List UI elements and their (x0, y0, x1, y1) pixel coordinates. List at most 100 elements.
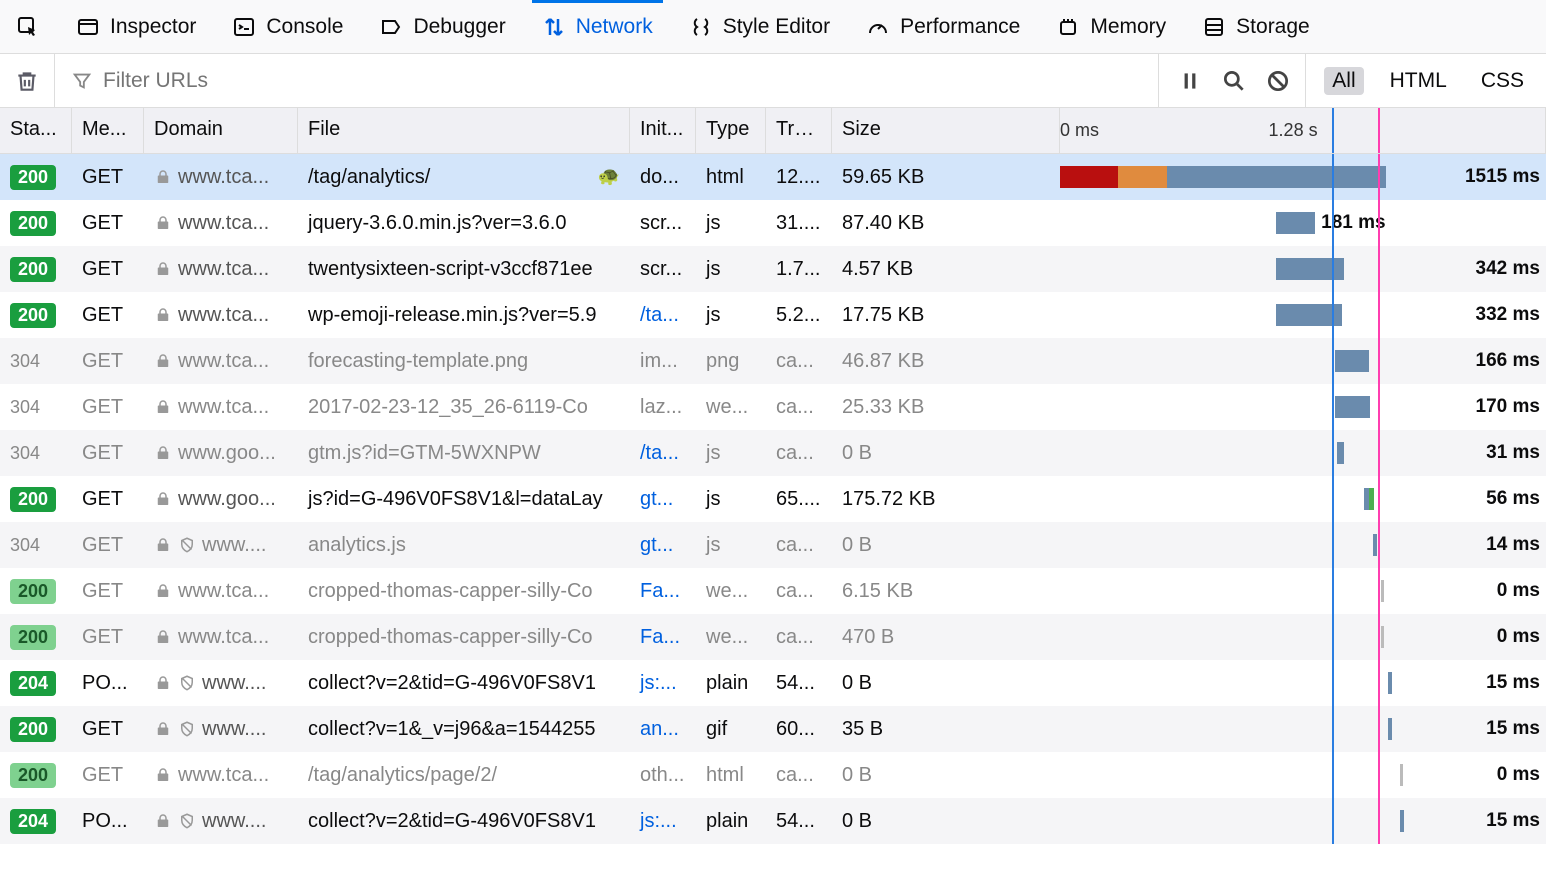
type-cell: js (696, 258, 766, 281)
waterfall-cell: 181 ms (1060, 200, 1546, 246)
shield-off-icon (178, 536, 196, 554)
waterfall-cell: 0 ms (1060, 568, 1546, 614)
debugger-icon (379, 15, 403, 39)
domain-cell: www.... (144, 810, 298, 833)
tab-inspector[interactable]: Inspector (72, 0, 200, 53)
lock-icon (154, 628, 172, 646)
table-row[interactable]: 200GETwww.tca...wp-emoji-release.min.js?… (0, 292, 1546, 338)
status-cell: 200 (0, 211, 72, 236)
waterfall-time: 15 ms (1486, 718, 1540, 740)
pick-element-button[interactable] (12, 0, 44, 53)
table-row[interactable]: 200GETwww.tca...twentysixteen-script-v3c… (0, 246, 1546, 292)
filter-input[interactable] (103, 69, 1144, 93)
initiator-cell[interactable]: gt... (630, 534, 696, 557)
transferred-cell: ca... (766, 626, 832, 649)
initiator-cell[interactable]: /ta... (630, 304, 696, 327)
th-file[interactable]: File (298, 108, 630, 153)
domain-cell: www.tca... (144, 580, 298, 603)
table-row[interactable]: 200GETwww.tca.../tag/analytics/ 🐢do...ht… (0, 154, 1546, 200)
shield-off-icon (178, 812, 196, 830)
table-row[interactable]: 200GETwww.tca...cropped-thomas-capper-si… (0, 614, 1546, 660)
waterfall-bar (1276, 304, 1342, 326)
file-cell: collect?v=2&tid=G-496V0FS8V1 (298, 672, 630, 695)
domain-text: www.... (202, 810, 266, 833)
tab-debugger[interactable]: Debugger (375, 0, 509, 53)
waterfall-time: 0 ms (1497, 626, 1540, 648)
method-cell: GET (72, 718, 144, 741)
table-row[interactable]: 204PO...www....collect?v=2&tid=G-496V0FS… (0, 798, 1546, 844)
domain-text: www.goo... (178, 442, 276, 465)
transferred-cell: ca... (766, 442, 832, 465)
file-cell: js?id=G-496V0FS8V1&l=dataLay (298, 488, 630, 511)
clear-button[interactable] (14, 68, 40, 94)
transferred-cell: ca... (766, 580, 832, 603)
initiator-cell[interactable]: an... (630, 718, 696, 741)
domain-text: www.goo... (178, 488, 276, 511)
table-row[interactable]: 200GETwww.tca...cropped-thomas-capper-si… (0, 568, 1546, 614)
waterfall-cell: 15 ms (1060, 706, 1546, 752)
table-row[interactable]: 204PO...www....collect?v=2&tid=G-496V0FS… (0, 660, 1546, 706)
waterfall-cell: 342 ms (1060, 246, 1546, 292)
th-size[interactable]: Size (832, 108, 1060, 153)
lock-icon (154, 766, 172, 784)
method-cell: GET (72, 212, 144, 235)
transferred-cell: 1.7... (766, 258, 832, 281)
th-type[interactable]: Type (696, 108, 766, 153)
table-row[interactable]: 200GETwww.tca...jquery-3.6.0.min.js?ver=… (0, 200, 1546, 246)
size-cell: 25.33 KB (832, 396, 1060, 419)
table-row[interactable]: 304GETwww.tca...forecasting-template.png… (0, 338, 1546, 384)
table-row[interactable]: 304GETwww.tca...2017-02-23-12_35_26-6119… (0, 384, 1546, 430)
pause-button[interactable] (1177, 68, 1203, 94)
th-waterfall[interactable]: 0 ms 1.28 s (1060, 108, 1546, 153)
status-cell: 204 (0, 671, 72, 696)
pill-html[interactable]: HTML (1382, 67, 1455, 95)
tab-console[interactable]: Console (228, 0, 347, 53)
status-badge: 204 (10, 671, 56, 696)
size-cell: 0 B (832, 672, 1060, 695)
initiator-cell[interactable]: js:... (630, 810, 696, 833)
tab-performance[interactable]: Performance (862, 0, 1024, 53)
th-domain[interactable]: Domain (144, 108, 298, 153)
devtools-tabs: Inspector Console Debugger Network Style… (0, 0, 1546, 54)
table-row[interactable]: 304GETwww....analytics.jsgt...jsca...0 B… (0, 522, 1546, 568)
type-cell: png (696, 350, 766, 373)
domain-text: www.tca... (178, 166, 269, 189)
status-badge: 200 (10, 211, 56, 236)
domain-cell: www.tca... (144, 166, 298, 189)
th-transferred[interactable]: Tra... (766, 108, 832, 153)
table-row[interactable]: 304GETwww.goo...gtm.js?id=GTM-5WXNPW/ta.… (0, 430, 1546, 476)
pill-css[interactable]: CSS (1473, 67, 1532, 95)
tab-style-editor[interactable]: Style Editor (685, 0, 834, 53)
size-cell: 46.87 KB (832, 350, 1060, 373)
filter-wrap (54, 54, 1144, 107)
initiator-cell[interactable]: gt... (630, 488, 696, 511)
size-cell: 0 B (832, 534, 1060, 557)
type-cell: gif (696, 718, 766, 741)
th-method[interactable]: Me... (72, 108, 144, 153)
waterfall-time: 0 ms (1497, 580, 1540, 602)
table-row[interactable]: 200GETwww....collect?v=1&_v=j96&a=154425… (0, 706, 1546, 752)
initiator-cell: im... (630, 350, 696, 373)
initiator-cell[interactable]: js:... (630, 672, 696, 695)
tab-network[interactable]: Network (538, 0, 657, 53)
domain-text: www.tca... (178, 258, 269, 281)
pill-all[interactable]: All (1324, 67, 1363, 95)
method-cell: GET (72, 764, 144, 787)
network-icon (542, 15, 566, 39)
table-row[interactable]: 200GETwww.tca.../tag/analytics/page/2/ot… (0, 752, 1546, 798)
performance-icon (866, 15, 890, 39)
initiator-cell[interactable]: Fa... (630, 626, 696, 649)
initiator-cell[interactable]: /ta... (630, 442, 696, 465)
tab-memory[interactable]: Memory (1052, 0, 1170, 53)
th-status[interactable]: Sta... (0, 108, 72, 153)
status-badge: 200 (10, 625, 56, 650)
search-button[interactable] (1221, 68, 1247, 94)
domain-cell: www.goo... (144, 442, 298, 465)
initiator-cell[interactable]: Fa... (630, 580, 696, 603)
th-initiator[interactable]: Init... (630, 108, 696, 153)
throttle-button[interactable] (1265, 68, 1291, 94)
storage-icon (1202, 15, 1226, 39)
table-row[interactable]: 200GETwww.goo...js?id=G-496V0FS8V1&l=dat… (0, 476, 1546, 522)
lock-icon (154, 214, 172, 232)
tab-storage[interactable]: Storage (1198, 0, 1314, 53)
